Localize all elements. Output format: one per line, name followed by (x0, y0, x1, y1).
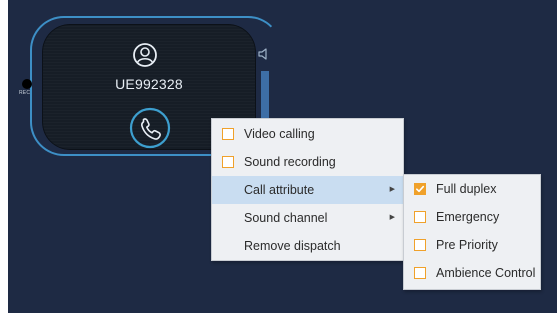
menu-item-sound-recording[interactable]: Sound recording (212, 148, 403, 176)
submenu-item-label: Pre Priority (436, 238, 498, 252)
device-id-label: UE992328 (115, 76, 183, 92)
menu-item-sound-channel[interactable]: Sound channel ▶ (212, 204, 403, 232)
checkbox-pre-priority[interactable] (414, 239, 426, 251)
checkbox-ambience-control[interactable] (414, 267, 426, 279)
submenu-item-full-duplex[interactable]: Full duplex (404, 175, 540, 203)
checkbox-emergency[interactable] (414, 211, 426, 223)
checkbox-full-duplex[interactable] (414, 183, 426, 195)
menu-item-label: Sound channel (244, 211, 328, 225)
submenu-arrow-icon: ▶ (389, 186, 395, 193)
menu-item-call-attribute[interactable]: Call attribute ▶ (212, 176, 403, 204)
menu-item-label: Sound recording (244, 155, 336, 169)
record-indicator-label: REC (19, 90, 31, 96)
checkbox-sound-recording[interactable] (222, 156, 234, 168)
checkmark-icon (416, 185, 425, 193)
submenu-item-label: Emergency (436, 210, 500, 224)
menu-item-label: Video calling (244, 127, 315, 141)
submenu-item-pre-priority[interactable]: Pre Priority (404, 231, 540, 259)
menu-item-video-calling[interactable]: Video calling (212, 120, 403, 148)
submenu-item-label: Full duplex (436, 182, 497, 196)
menu-item-label: Call attribute (244, 183, 315, 197)
submenu-item-ambience-control[interactable]: Ambience Control (404, 259, 540, 287)
submenu-arrow-icon: ▶ (389, 214, 395, 221)
user-circle-icon (133, 43, 157, 67)
menu-item-label: Remove dispatch (244, 239, 341, 253)
speaker-icon[interactable] (257, 47, 271, 61)
context-menu: Video calling Sound recording Call attri… (211, 118, 404, 261)
checkbox-video-calling[interactable] (222, 128, 234, 140)
record-indicator-dot (22, 79, 32, 89)
phone-icon[interactable] (128, 106, 172, 150)
submenu-item-emergency[interactable]: Emergency (404, 203, 540, 231)
call-attribute-submenu: Full duplex Emergency Pre Priority Ambie… (403, 174, 541, 290)
menu-item-remove-dispatch[interactable]: Remove dispatch (212, 232, 403, 260)
submenu-item-label: Ambience Control (436, 266, 536, 280)
